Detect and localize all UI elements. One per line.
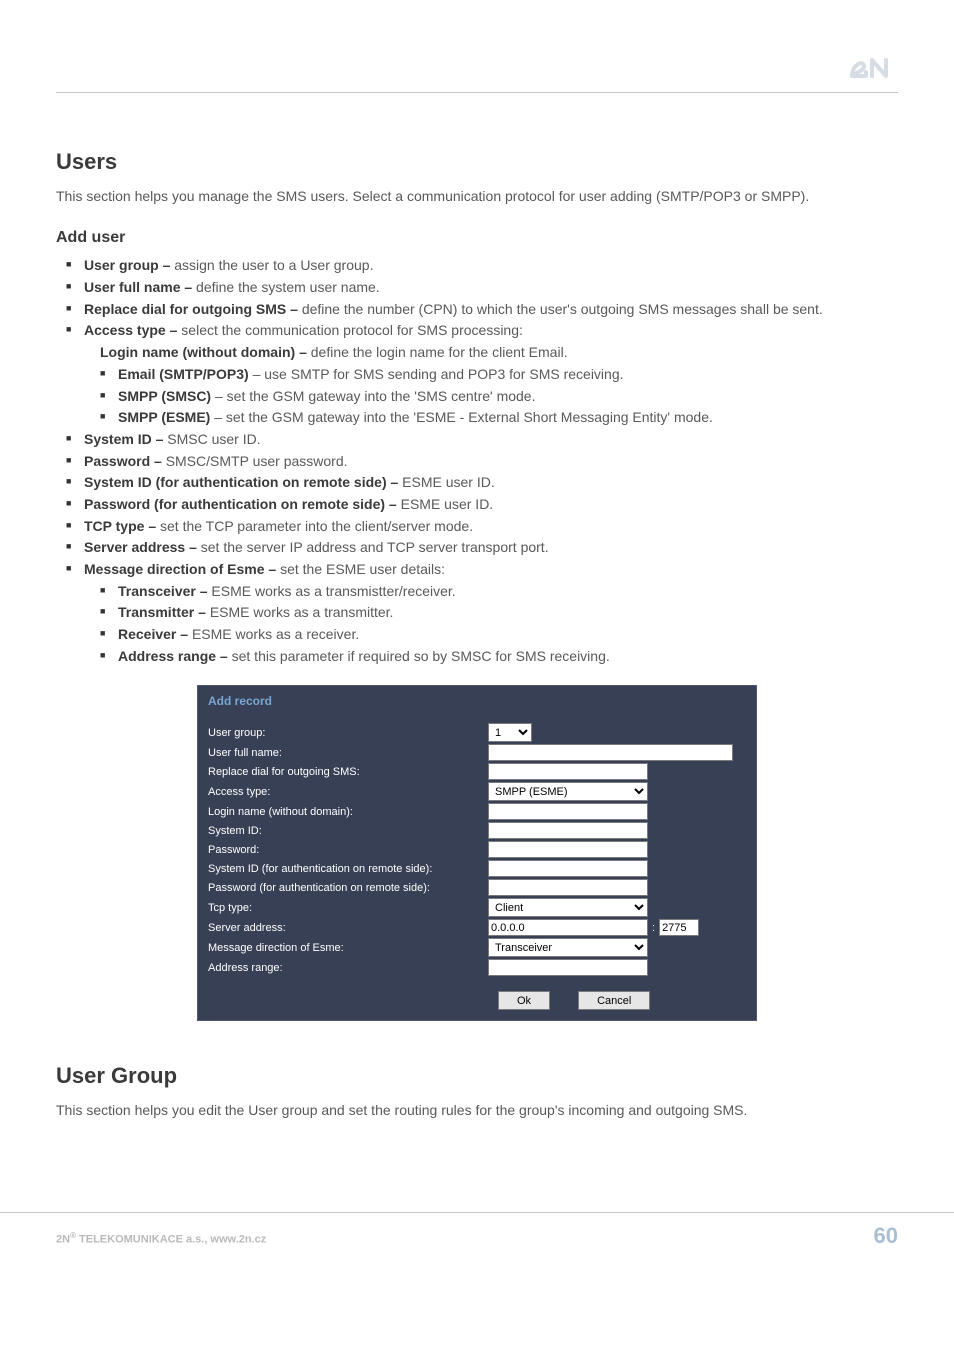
label-user-group: User group:: [208, 727, 488, 739]
label-system-id-remote: System ID (for authentication on remote …: [208, 863, 488, 875]
users-intro: This section helps you manage the SMS us…: [56, 185, 898, 207]
select-tcp-type[interactable]: Client: [488, 898, 648, 917]
select-msg-direction[interactable]: Transceiver: [488, 938, 648, 957]
input-system-id[interactable]: [488, 822, 648, 839]
header-divider: [56, 92, 898, 93]
page-footer: 2N® TELEKOMUNIKACE a.s., www.2n.cz 60: [0, 1212, 954, 1269]
user-group-heading: User Group: [56, 1063, 898, 1089]
label-access-type: Access type:: [208, 786, 488, 798]
item-address-range: Address range – set this parameter if re…: [118, 646, 898, 668]
item-smpp-smsc: SMPP (SMSC) – set the GSM gateway into t…: [118, 386, 898, 408]
item-receiver: Receiver – ESME works as a receiver.: [118, 624, 898, 646]
ok-button[interactable]: Ok: [498, 991, 550, 1010]
panel-title: Add record: [198, 686, 756, 722]
item-password: Password – SMSC/SMTP user password.: [84, 451, 898, 473]
add-user-list: User group – assign the user to a User g…: [56, 255, 898, 667]
user-group-intro: This section helps you edit the User gro…: [56, 1099, 898, 1121]
input-user-full-name[interactable]: [488, 744, 733, 761]
label-address-range: Address range:: [208, 962, 488, 974]
label-user-full-name: User full name:: [208, 747, 488, 759]
label-password-remote: Password (for authentication on remote s…: [208, 882, 488, 894]
select-user-group[interactable]: 1: [488, 723, 532, 742]
input-replace-dial[interactable]: [488, 763, 648, 780]
item-password-remote: Password (for authentication on remote s…: [84, 494, 898, 516]
cancel-button[interactable]: Cancel: [578, 991, 650, 1010]
label-server-address: Server address:: [208, 922, 488, 934]
label-msg-direction: Message direction of Esme:: [208, 942, 488, 954]
page-number: 60: [874, 1223, 898, 1249]
item-transceiver: Transceiver – ESME works as a transmistt…: [118, 581, 898, 603]
brand-logo: [56, 50, 898, 84]
item-smpp-esme: SMPP (ESME) – set the GSM gateway into t…: [118, 407, 898, 429]
item-system-id-remote: System ID (for authentication on remote …: [84, 472, 898, 494]
select-access-type[interactable]: SMPP (ESME): [488, 782, 648, 801]
item-access-type: Access type – select the communication p…: [84, 320, 898, 428]
input-server-ip[interactable]: [488, 919, 648, 936]
item-msg-direction: Message direction of Esme – set the ESME…: [84, 559, 898, 667]
item-transmitter: Transmitter – ESME works as a transmitte…: [118, 602, 898, 624]
add-user-heading: Add user: [56, 229, 898, 247]
item-system-id: System ID – SMSC user ID.: [84, 429, 898, 451]
item-tcp-type: TCP type – set the TCP parameter into th…: [84, 516, 898, 538]
server-port-separator: :: [652, 922, 655, 934]
item-email-smtp-pop3: Email (SMTP/POP3) – use SMTP for SMS sen…: [118, 364, 898, 386]
item-user-group: User group – assign the user to a User g…: [84, 255, 898, 277]
input-login-name[interactable]: [488, 803, 648, 820]
input-address-range[interactable]: [488, 959, 648, 976]
footer-left: 2N® TELEKOMUNIKACE a.s., www.2n.cz: [56, 1231, 266, 1246]
input-password[interactable]: [488, 841, 648, 858]
users-heading: Users: [56, 149, 898, 175]
item-server-address: Server address – set the server IP addre…: [84, 537, 898, 559]
item-replace-dial: Replace dial for outgoing SMS – define t…: [84, 299, 898, 321]
label-login-name: Login name (without domain):: [208, 806, 488, 818]
label-system-id: System ID:: [208, 825, 488, 837]
label-tcp-type: Tcp type:: [208, 902, 488, 914]
add-record-panel: Add record User group: 1 User full name:…: [197, 685, 757, 1021]
label-replace-dial: Replace dial for outgoing SMS:: [208, 766, 488, 778]
label-password: Password:: [208, 844, 488, 856]
input-password-remote[interactable]: [488, 879, 648, 896]
input-system-id-remote[interactable]: [488, 860, 648, 877]
item-user-full-name: User full name – define the system user …: [84, 277, 898, 299]
input-server-port[interactable]: [659, 919, 699, 936]
